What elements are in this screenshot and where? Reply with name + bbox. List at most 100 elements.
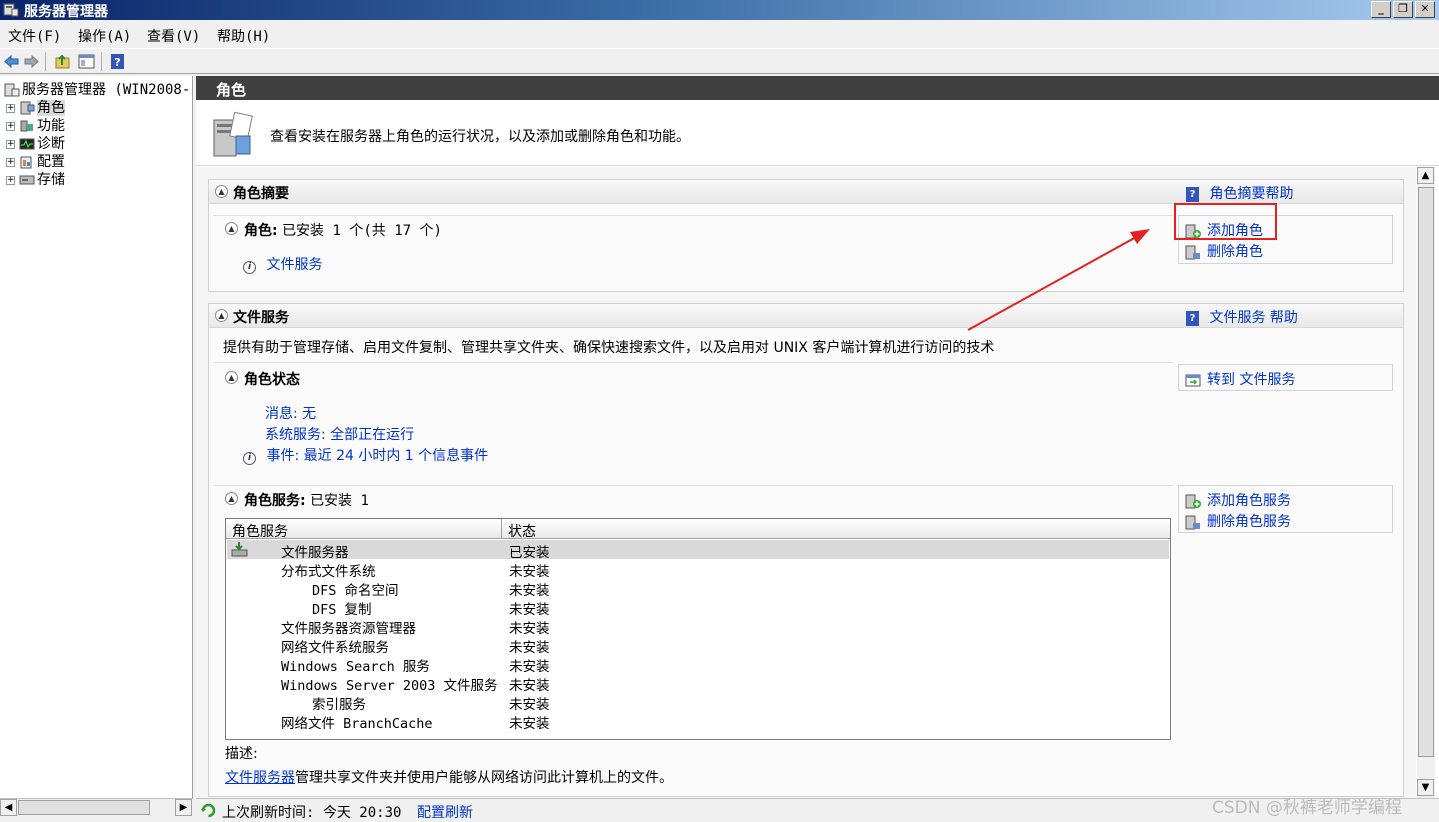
roles-icon bbox=[20, 101, 35, 115]
role-services-summary: 角色服务: 已安装 1 bbox=[244, 490, 369, 510]
role-service-name: Windows Server 2003 文件服务 bbox=[281, 678, 498, 694]
column-header-role-service[interactable]: 角色服务 bbox=[226, 519, 502, 540]
menu-bar: 文件(F) 操作(A) 查看(V) 帮助(H) bbox=[0, 20, 1439, 48]
file-services-help-link[interactable]: ? 文件服务 帮助 bbox=[1186, 307, 1298, 327]
role-service-name: Windows Search 服务 bbox=[281, 659, 430, 675]
roles-summary-help-link[interactable]: ? 角色摘要帮助 bbox=[1186, 183, 1293, 203]
description-row: 文件服务器管理共享文件夹并使用户能够从网络访问此计算机上的文件。 bbox=[225, 767, 673, 787]
minimize-button[interactable]: _ bbox=[1371, 1, 1391, 18]
goto-icon bbox=[1185, 374, 1201, 386]
restore-button[interactable]: ❐ bbox=[1393, 1, 1413, 18]
menu-help[interactable]: 帮助(H) bbox=[217, 26, 270, 46]
tree-item-label: 诊断 bbox=[37, 136, 65, 152]
tree-item-label: 角色 bbox=[37, 100, 65, 116]
refresh-icon bbox=[201, 803, 216, 818]
storage-icon bbox=[19, 175, 35, 185]
table-row[interactable]: 文件服务器资源管理器 未安装 bbox=[227, 616, 1169, 637]
menu-file[interactable]: 文件(F) bbox=[8, 26, 61, 46]
table-row[interactable]: Windows Search 服务 未安装 bbox=[227, 654, 1169, 675]
collapse-icon[interactable]: ▲ bbox=[215, 309, 228, 322]
column-header-status[interactable]: 状态 bbox=[502, 519, 1170, 540]
forward-arrow-icon[interactable] bbox=[23, 53, 40, 70]
collapse-icon[interactable]: ▲ bbox=[225, 371, 238, 384]
role-service-status: 未安装 bbox=[509, 564, 550, 580]
roles-count: 已安装 1 个(共 17 个) bbox=[282, 223, 442, 239]
role-service-name: DFS 复制 bbox=[312, 602, 372, 618]
tree-root-server-manager[interactable]: 服务器管理器 (WIN2008- bbox=[4, 79, 190, 99]
table-row[interactable]: DFS 命名空间 未安装 bbox=[227, 578, 1169, 599]
expand-icon[interactable]: + bbox=[6, 139, 15, 149]
table-row[interactable]: 索引服务 未安装 bbox=[227, 692, 1169, 713]
messages-link[interactable]: 消息: 无 bbox=[265, 403, 316, 423]
help-link-text[interactable]: 角色摘要帮助 bbox=[1209, 186, 1293, 202]
remove-roles-label[interactable]: 删除角色 bbox=[1207, 244, 1263, 260]
add-role-services-label[interactable]: 添加角色服务 bbox=[1207, 493, 1291, 509]
goto-file-services-action[interactable]: 转到 文件服务 bbox=[1185, 369, 1295, 389]
role-services-count: 已安装 1 bbox=[310, 493, 369, 509]
role-services-actions-box: 添加角色服务 删除角色服务 bbox=[1178, 485, 1393, 533]
description-text: 管理共享文件夹并使用户能够从网络访问此计算机上的文件。 bbox=[295, 770, 673, 786]
scroll-up-button[interactable]: ▲ bbox=[1417, 167, 1434, 184]
table-row[interactable]: 分布式文件系统 未安装 bbox=[227, 559, 1169, 580]
tree-root-label: 服务器管理器 (WIN2008- bbox=[22, 82, 191, 98]
tree-item-roles[interactable]: + 角色 bbox=[6, 97, 65, 116]
configure-refresh-link[interactable]: 配置刷新 bbox=[417, 802, 473, 822]
scroll-thumb[interactable] bbox=[18, 800, 150, 815]
table-row[interactable]: 网络文件 BranchCache 未安装 bbox=[227, 711, 1169, 732]
file-server-link[interactable]: 文件服务器 bbox=[225, 770, 295, 786]
remove-roles-icon bbox=[1185, 245, 1200, 259]
add-role-services-action[interactable]: 添加角色服务 bbox=[1185, 490, 1291, 510]
events-link[interactable]: 事件: 最近 24 小时内 1 个信息事件 bbox=[266, 448, 488, 464]
features-icon bbox=[20, 120, 33, 132]
menu-view[interactable]: 查看(V) bbox=[147, 26, 200, 46]
role-link-text[interactable]: 文件服务 bbox=[266, 257, 322, 273]
watermark: CSDN @秋裤老师学编程 bbox=[1212, 798, 1402, 818]
tree-item-diagnostics[interactable]: + 诊断 bbox=[6, 133, 65, 152]
expand-icon[interactable]: + bbox=[6, 121, 15, 131]
table-row[interactable]: Windows Server 2003 文件服务 未安装 bbox=[227, 673, 1169, 694]
help-icon[interactable]: ? bbox=[109, 53, 126, 70]
scroll-right-button[interactable]: ▶ bbox=[175, 799, 192, 816]
tree-item-features[interactable]: + 功能 bbox=[6, 115, 65, 134]
help-link-text[interactable]: 文件服务 帮助 bbox=[1209, 310, 1297, 326]
role-services-table[interactable]: 角色服务 状态 文件服务器 已安装 分布式文件系统 未安装 DFS 命名空间 未… bbox=[225, 518, 1171, 740]
collapse-icon[interactable]: ▲ bbox=[215, 185, 228, 198]
scroll-thumb[interactable] bbox=[1418, 187, 1434, 757]
goto-label[interactable]: 转到 文件服务 bbox=[1207, 372, 1295, 388]
remove-role-services-action[interactable]: 删除角色服务 bbox=[1185, 511, 1291, 531]
show-hide-console-tree-icon[interactable] bbox=[78, 53, 95, 70]
system-services-link[interactable]: 系统服务: 全部正在运行 bbox=[265, 424, 414, 444]
table-row[interactable]: 网络文件系统服务 未安装 bbox=[227, 635, 1169, 656]
close-button[interactable]: ✕ bbox=[1415, 1, 1435, 18]
menu-action[interactable]: 操作(A) bbox=[78, 26, 131, 46]
main-vertical-scrollbar[interactable]: ▲ ▼ bbox=[1417, 167, 1435, 798]
section-title: 文件服务 bbox=[233, 310, 289, 326]
annotation-highlight-box bbox=[1174, 203, 1277, 240]
expand-icon[interactable]: + bbox=[6, 103, 15, 113]
roles-server-icon bbox=[213, 111, 253, 157]
tree-horizontal-scrollbar[interactable]: ◀ ▶ bbox=[0, 798, 193, 816]
scroll-left-button[interactable]: ◀ bbox=[0, 799, 17, 816]
table-row[interactable]: 文件服务器 已安装 bbox=[227, 540, 1169, 561]
collapse-icon[interactable]: ▲ bbox=[225, 492, 238, 505]
expand-icon[interactable]: + bbox=[6, 175, 15, 185]
file-services-section: ▲ 文件服务 ? 文件服务 帮助 提供有助于管理存储、启用文件复制、管理共享文件… bbox=[208, 303, 1404, 797]
server-manager-icon bbox=[4, 83, 20, 97]
tree-item-label: 功能 bbox=[37, 118, 65, 134]
tree-item-configuration[interactable]: + 配置 bbox=[6, 151, 65, 170]
tree-item-storage[interactable]: + 存储 bbox=[6, 169, 65, 188]
role-service-status: 未安装 bbox=[509, 678, 550, 694]
up-folder-icon[interactable] bbox=[54, 53, 71, 70]
remove-role-services-label[interactable]: 删除角色服务 bbox=[1207, 514, 1291, 530]
expand-icon[interactable]: + bbox=[6, 157, 15, 167]
tree-item-label: 配置 bbox=[37, 154, 65, 170]
configuration-icon bbox=[20, 156, 32, 169]
events-row[interactable]: i 事件: 最近 24 小时内 1 个信息事件 bbox=[243, 445, 488, 465]
collapse-icon[interactable]: ▲ bbox=[225, 222, 238, 235]
table-row[interactable]: DFS 复制 未安装 bbox=[227, 597, 1169, 618]
scroll-down-button[interactable]: ▼ bbox=[1417, 779, 1434, 796]
intro-text: 查看安装在服务器上角色的运行状况，以及添加或删除角色和功能。 bbox=[270, 129, 690, 145]
back-arrow-icon[interactable] bbox=[3, 53, 20, 70]
file-services-role-link[interactable]: i 文件服务 bbox=[243, 254, 322, 274]
remove-roles-action[interactable]: 删除角色 bbox=[1185, 241, 1263, 261]
